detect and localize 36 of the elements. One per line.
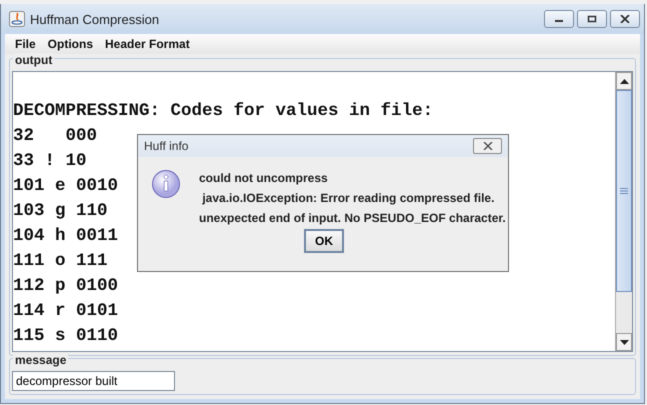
- maximize-button[interactable]: [577, 10, 607, 28]
- dialog-message: could not uncompress: [199, 170, 329, 187]
- output-line: 32 000: [13, 125, 98, 148]
- grip-icon: [620, 188, 628, 194]
- dialog-message: unexpected end of input. No PSEUDO_EOF character.: [199, 210, 506, 227]
- maximize-icon: [587, 15, 597, 23]
- close-icon: [482, 142, 492, 150]
- menu-item[interactable]: Options: [42, 37, 99, 51]
- output-line: 104 h 0011: [13, 225, 118, 248]
- output-line: 101 e 0010: [13, 175, 118, 198]
- menu-item[interactable]: Header Format: [99, 37, 196, 51]
- scrollbar[interactable]: [615, 72, 632, 351]
- close-button[interactable]: [473, 138, 502, 154]
- output-line: 111 o 111: [13, 250, 108, 273]
- scroll-thumb[interactable]: [616, 90, 632, 292]
- dialog-title: Huff info: [144, 139, 188, 153]
- output-line: 33 ! 10: [13, 150, 87, 173]
- output-line: 114 r 0101: [13, 300, 118, 323]
- dialog-message: java.io.IOException: Error reading compressed file.: [201, 190, 496, 207]
- ok-button[interactable]: OK: [304, 229, 344, 253]
- panel-label: message: [13, 353, 68, 367]
- close-button[interactable]: [610, 10, 640, 28]
- output-line: 115 s 0110: [13, 325, 118, 348]
- panel-label: output: [13, 53, 54, 67]
- output-line: 112 p 0100: [13, 275, 118, 298]
- scroll-up-icon: [620, 78, 628, 84]
- close-icon: [620, 15, 630, 23]
- window-title: Huffman Compression: [30, 12, 160, 26]
- output-line: DECOMPRESSING: Codes for values in file:: [13, 100, 434, 123]
- minimize-button[interactable]: [544, 10, 574, 28]
- app-icon: [9, 11, 25, 27]
- message-field[interactable]: decompressor built: [12, 371, 175, 391]
- output-line: 103 g 110: [13, 200, 108, 223]
- menu-item[interactable]: File: [9, 37, 42, 51]
- scroll-down-icon: [620, 340, 628, 344]
- info-icon: [151, 169, 181, 199]
